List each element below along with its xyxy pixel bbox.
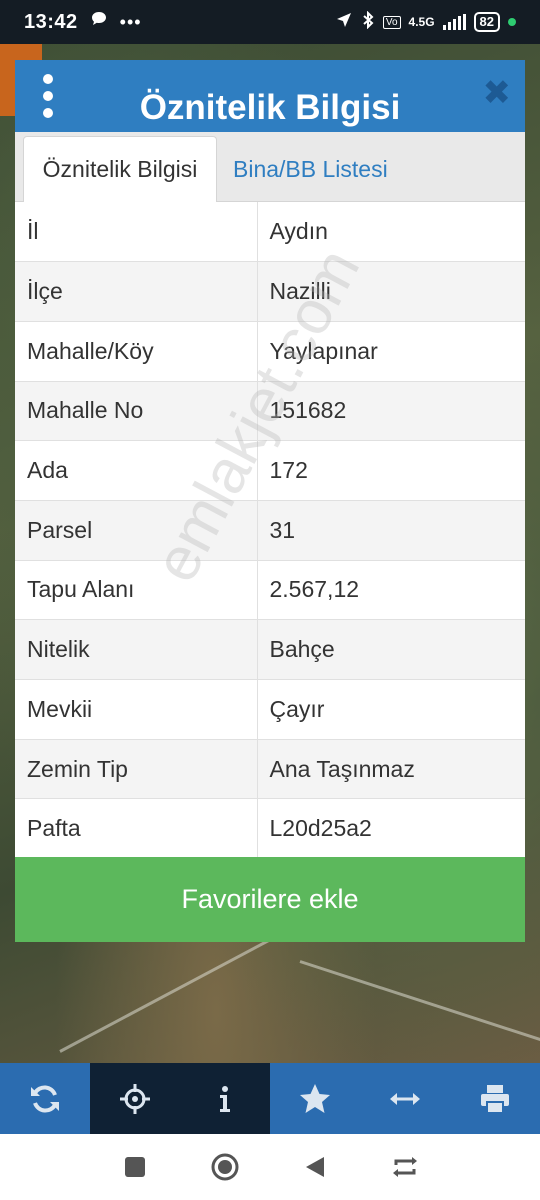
signal-icon [442, 14, 466, 30]
table-row: Zemin Tip Ana Taşınmaz [15, 739, 525, 799]
row-key: Nitelik [15, 619, 258, 680]
row-value: 31 [269, 516, 296, 543]
print-icon [481, 1084, 509, 1114]
locate-button[interactable] [90, 1063, 180, 1134]
table-row: Mahalle/Köy Yaylapınar [15, 321, 525, 382]
measure-button[interactable] [360, 1063, 450, 1134]
home-button[interactable] [205, 1147, 245, 1187]
measure-icon [390, 1092, 420, 1105]
square-icon [125, 1157, 145, 1177]
add-to-favorites-button[interactable]: Favorilere ekle [15, 857, 525, 942]
battery-indicator: 82 [473, 12, 500, 32]
print-button[interactable] [450, 1063, 540, 1134]
row-value: Ana Taşınmaz [269, 755, 415, 782]
favorites-button[interactable] [270, 1063, 360, 1134]
status-bar: 13:42 ••• Vo 4.5G 82 [0, 0, 540, 44]
row-key: Parsel [15, 500, 258, 561]
close-icon[interactable]: ✖ [483, 76, 512, 110]
table-row: Nitelik Bahçe [15, 619, 525, 680]
chat-icon [90, 10, 108, 34]
rotate-icon [393, 1157, 417, 1177]
map-toolbar [0, 1063, 540, 1134]
row-key: İl [15, 202, 258, 262]
bluetooth-icon [361, 10, 375, 34]
row-key: Mevkii [15, 679, 258, 740]
row-key: Pafta [15, 798, 258, 859]
back-button[interactable] [295, 1147, 335, 1187]
table-row: Parsel 31 [15, 500, 525, 561]
dialog-header: Öznitelik Bilgisi ✖ [15, 60, 525, 132]
attribute-table: İl Aydın İlçe Nazilli Mahalle/Köy Yaylapına… [15, 202, 525, 859]
status-time: 13:42 [24, 10, 78, 33]
privacy-dot-icon [508, 18, 516, 26]
table-row: Mevkii Çayır [15, 679, 525, 740]
dialog-tabs: Öznitelik Bilgisi Bina/BB Listesi [15, 132, 525, 202]
row-value: 2.567,12 [269, 576, 360, 603]
row-value: Çayır [269, 695, 325, 722]
system-nav-bar [0, 1134, 540, 1200]
row-value: Yaylapınar [269, 337, 378, 364]
table-row: İl Aydın [15, 202, 525, 262]
row-value: 172 [269, 457, 308, 484]
refresh-button[interactable] [0, 1063, 90, 1134]
tab-attribute-info[interactable]: Öznitelik Bilgisi [23, 136, 217, 202]
row-value: Bahçe [269, 636, 335, 663]
network-type: 4.5G [408, 15, 435, 29]
star-icon [300, 1083, 330, 1113]
row-value: 151682 [269, 397, 347, 424]
back-triangle-icon [306, 1157, 324, 1177]
locate-icon [120, 1083, 150, 1114]
refresh-icon [31, 1085, 59, 1112]
row-key: Mahalle No [15, 381, 258, 441]
row-key: Zemin Tip [15, 739, 258, 799]
dialog-title: Öznitelik Bilgisi [139, 88, 401, 127]
volte-icon: Vo [382, 15, 401, 29]
table-row: Pafta L20d25a2 [15, 798, 525, 859]
row-value: L20d25a2 [269, 815, 372, 842]
location-icon [335, 11, 353, 34]
table-row: Ada 172 [15, 440, 525, 501]
row-key: Mahalle/Köy [15, 321, 258, 382]
row-key: İlçe [15, 261, 258, 322]
row-key: Ada [15, 440, 258, 501]
info-icon [220, 1085, 230, 1112]
table-row: Tapu Alanı 2.567,12 [15, 560, 525, 620]
attribute-info-dialog: Öznitelik Bilgisi ✖ Öznitelik Bilgisi Bi… [15, 60, 525, 942]
row-key: Tapu Alanı [15, 560, 258, 620]
info-button[interactable] [180, 1063, 270, 1134]
rotate-button[interactable] [385, 1147, 425, 1187]
row-value: Aydın [269, 218, 328, 245]
tab-building-list[interactable]: Bina/BB Listesi [221, 136, 400, 202]
table-row: İlçe Nazilli [15, 261, 525, 322]
more-notifications-icon: ••• [119, 11, 142, 32]
table-row: Mahalle No 151682 [15, 381, 525, 441]
recent-apps-button[interactable] [115, 1147, 155, 1187]
row-value: Nazilli [269, 278, 331, 305]
home-circle-icon [211, 1153, 239, 1181]
